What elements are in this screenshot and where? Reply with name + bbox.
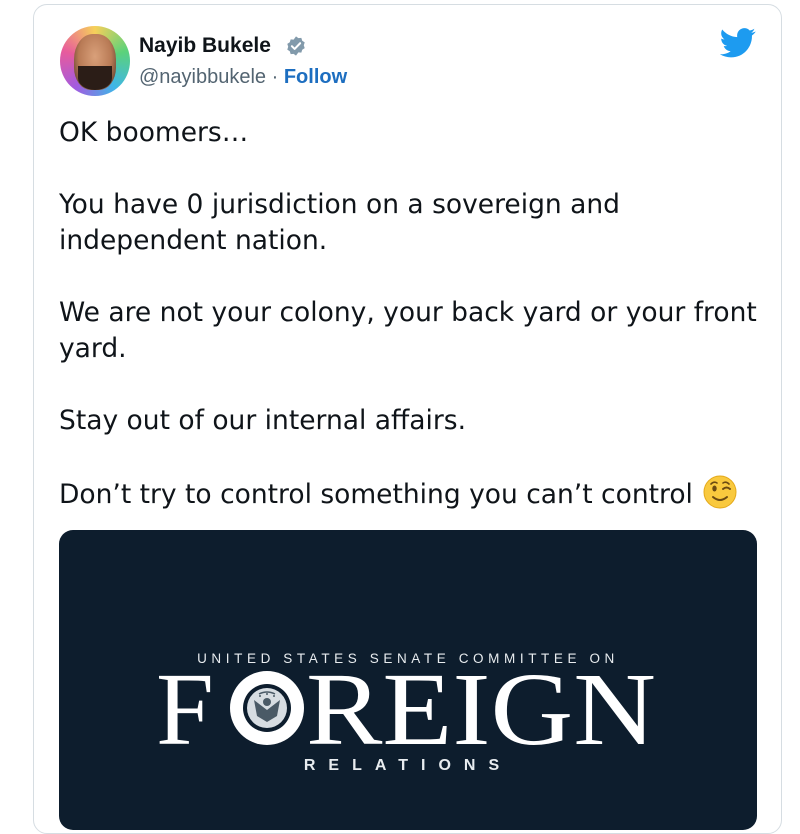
tweet-line: We are not your colony, your back yard o… <box>59 297 757 364</box>
word-left: F <box>156 664 214 754</box>
tweet-media-image[interactable]: UNITED STATES SENATE COMMITTEE ON F REIG… <box>59 530 757 830</box>
meta-separator: · <box>266 66 284 88</box>
tweet-line: OK boomers… <box>59 117 249 148</box>
twitter-bird-icon[interactable] <box>720 28 756 58</box>
tweet-line: Don’t try to control something you can’t… <box>59 479 693 510</box>
media-bottom-line: RELATIONS <box>303 757 513 774</box>
avatar-beard <box>78 66 112 90</box>
word-right: REIGN <box>306 664 656 754</box>
tweet-line: Stay out of our internal affairs. <box>59 405 466 436</box>
tweet-line-last: Don’t try to control something you can’t… <box>59 475 764 513</box>
author-meta: @nayibbukele · Follow <box>139 66 347 89</box>
author-avatar[interactable] <box>60 26 130 96</box>
author-handle[interactable]: @nayibbukele <box>139 66 266 88</box>
tweet-line: You have 0 jurisdiction on a sovereign a… <box>59 189 620 256</box>
follow-link[interactable]: Follow <box>284 66 347 88</box>
verified-badge-icon <box>287 36 305 56</box>
senate-seal-icon <box>230 671 304 745</box>
tweet-text: OK boomers… You have 0 jurisdiction on a… <box>59 115 764 513</box>
winking-face-emoji-icon <box>703 475 737 509</box>
media-foreign-word: F REIGN <box>156 664 656 754</box>
author-name[interactable]: Nayib Bukele <box>139 34 271 58</box>
